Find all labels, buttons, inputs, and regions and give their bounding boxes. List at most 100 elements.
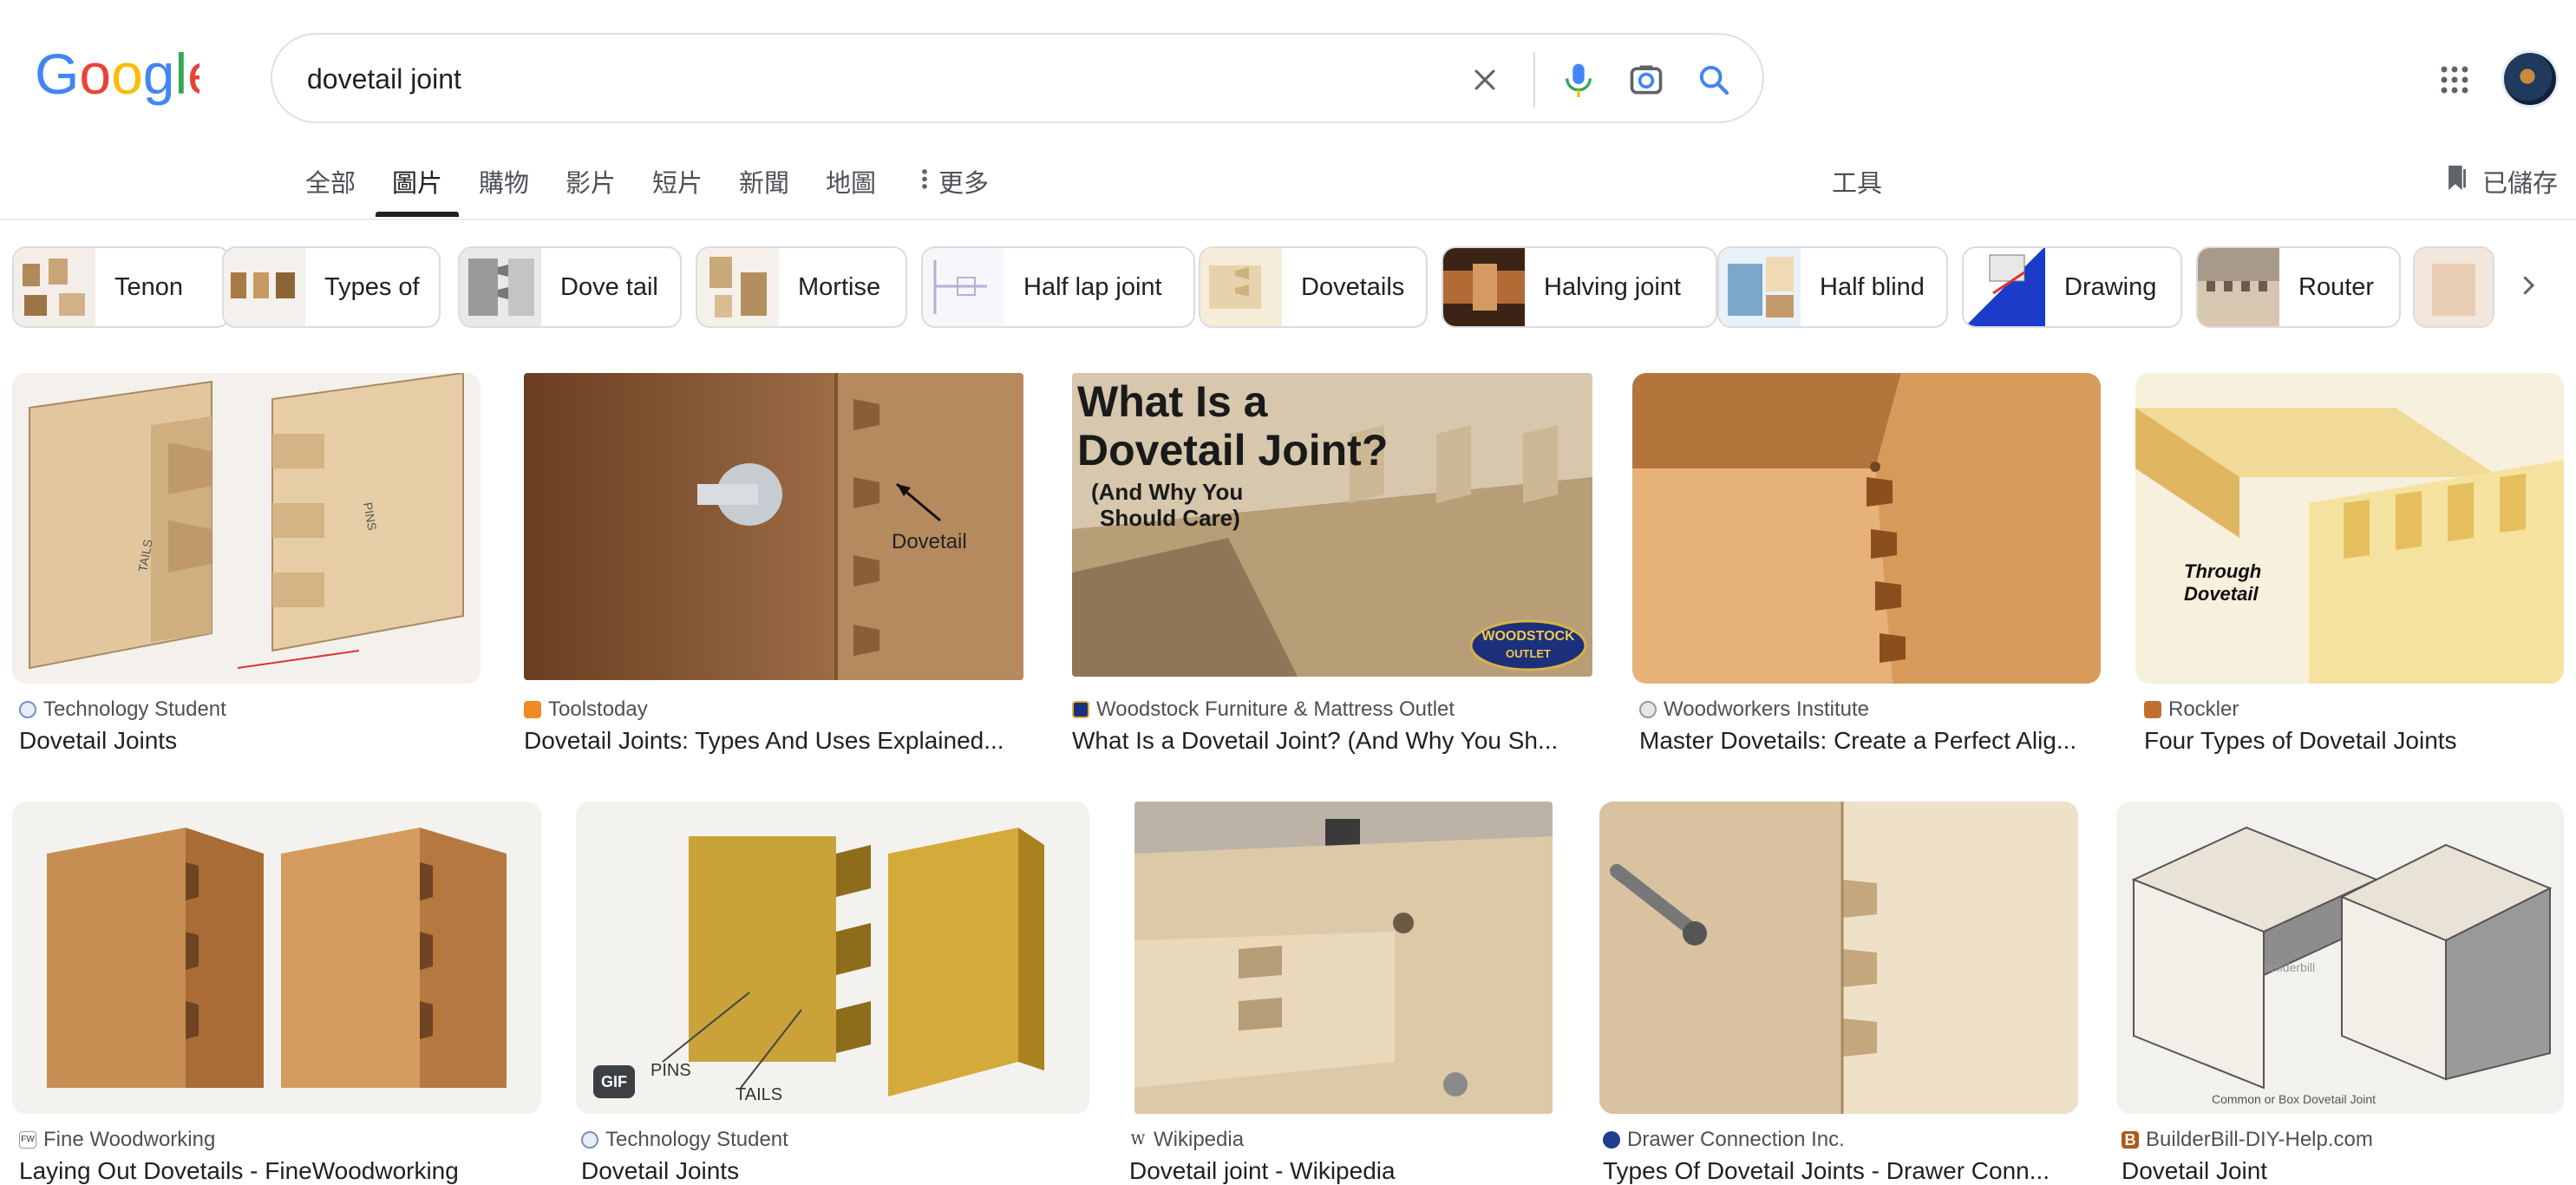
chip-mortise[interactable]: Mortise xyxy=(696,246,907,328)
result-card[interactable]: TAILS PINS Technology Student Dovetail J… xyxy=(12,373,481,763)
result-title[interactable]: What Is a Dovetail Joint? (And Why You S… xyxy=(1072,727,1584,755)
gif-badge: GIF xyxy=(593,1065,635,1098)
chip-drawing[interactable]: Drawing xyxy=(1962,246,2182,328)
source-favicon: W xyxy=(1129,1131,1147,1149)
tab-shopping[interactable]: 購物 xyxy=(479,163,529,220)
result-image[interactable] xyxy=(12,802,541,1114)
chip-label: Types of xyxy=(324,272,420,301)
result-source[interactable]: Woodworkers Institute xyxy=(1639,697,1869,722)
result-title[interactable]: Dovetail Joint xyxy=(2122,1157,2560,1185)
search-tabs: 全部 圖片 購物 影片 短片 新聞 地圖 更多 工具 已儲存 xyxy=(0,156,2576,220)
chip-types-of[interactable]: Types of xyxy=(222,246,441,328)
result-image[interactable]: What Is a Dovetail Joint? (And Why You S… xyxy=(1072,373,1592,677)
result-card[interactable]: W Wikipedia Dovetail joint - Wikipedia xyxy=(1129,802,1553,1184)
tab-maps[interactable]: 地圖 xyxy=(826,163,876,220)
result-image[interactable] xyxy=(1134,802,1553,1114)
camera-search-icon[interactable] xyxy=(1622,56,1670,104)
source-label: Toolstoday xyxy=(548,697,648,721)
chip-label: Half lap joint xyxy=(1023,272,1162,301)
dovetail-label: Dovetail xyxy=(2184,583,2259,605)
caption-text: Common or Box Dovetail Joint xyxy=(2212,1092,2376,1106)
result-image[interactable]: builderbill Common or Box Dovetail Joint xyxy=(2116,802,2564,1114)
search-divider xyxy=(1533,52,1535,108)
result-image[interactable]: PINS TAILS GIF xyxy=(576,802,1089,1114)
chevron-right-icon[interactable] xyxy=(2507,264,2550,307)
result-image[interactable] xyxy=(1632,373,2101,684)
tab-more-label: 更多 xyxy=(938,170,990,198)
chip-dovetails[interactable]: Dovetails xyxy=(1199,246,1428,328)
pins-label: PINS xyxy=(651,1061,691,1080)
source-label: Technology Student xyxy=(605,1128,788,1151)
woodstock-logo-text: WOODSTOCK xyxy=(1481,629,1575,644)
search-icon[interactable] xyxy=(1690,56,1738,104)
result-title[interactable]: Laying Out Dovetails - FineWoodworking xyxy=(19,1157,539,1185)
tails-label: TAILS xyxy=(736,1085,782,1104)
source-label: Wikipedia xyxy=(1154,1128,1245,1151)
result-card[interactable]: Woodworkers Institute Master Dovetails: … xyxy=(1632,373,2101,763)
chip-thumbnail xyxy=(923,248,1004,326)
tab-videos[interactable]: 影片 xyxy=(566,163,616,220)
result-image[interactable]: Through Dovetail xyxy=(2135,373,2564,684)
chip-half-lap-joint[interactable]: Half lap joint xyxy=(921,246,1195,328)
overlay-line-3: (And Why You xyxy=(1091,479,1243,505)
result-card[interactable]: Through Dovetail Rockler Four Types of D… xyxy=(2135,373,2564,763)
svg-text:Google: Google xyxy=(35,45,199,106)
result-title[interactable]: Dovetail Joints: Types And Uses Explaine… xyxy=(524,727,1023,755)
dovetail-label: Dovetail xyxy=(892,530,967,553)
chip-tenon[interactable]: Tenon xyxy=(12,246,231,328)
result-source[interactable]: Drawer Connection Inc. xyxy=(1603,1128,1845,1152)
tab-shorts[interactable]: 短片 xyxy=(652,163,703,220)
header: Google xyxy=(0,0,2576,156)
source-favicon xyxy=(1072,701,1089,718)
result-source[interactable]: Technology Student xyxy=(19,697,226,722)
result-title[interactable]: Dovetail Joints xyxy=(581,1157,1084,1185)
result-source[interactable]: Technology Student xyxy=(581,1128,788,1152)
watermark-text: builderbill xyxy=(2264,960,2315,974)
tools-button[interactable]: 工具 xyxy=(1832,163,1882,200)
google-logo[interactable]: Google xyxy=(35,45,199,106)
result-card[interactable]: PINS TAILS GIF Technology Student Doveta… xyxy=(576,802,1089,1184)
result-card[interactable]: Dovetail Toolstoday Dovetail Joints: Typ… xyxy=(524,373,1023,763)
result-image[interactable] xyxy=(1599,802,2078,1114)
result-source[interactable]: W Wikipedia xyxy=(1129,1128,1244,1152)
chip-thumbnail xyxy=(2198,248,2279,326)
search-box[interactable] xyxy=(271,33,1764,123)
chip-partial[interactable] xyxy=(2413,246,2494,328)
chip-thumbnail xyxy=(1200,248,1282,326)
tab-more[interactable]: 更多 xyxy=(918,163,989,220)
result-card[interactable]: What Is a Dovetail Joint? (And Why You S… xyxy=(1072,373,1592,763)
search-input[interactable] xyxy=(307,52,1391,106)
microphone-icon[interactable] xyxy=(1554,56,1603,104)
result-card[interactable]: FW Fine Woodworking Laying Out Dovetails… xyxy=(12,802,541,1184)
chip-dove-tail[interactable]: Dove tail xyxy=(458,246,682,328)
result-source[interactable]: B BuilderBill-DIY-Help.com xyxy=(2122,1128,2373,1152)
tab-all[interactable]: 全部 xyxy=(305,163,356,220)
chip-halving-joint[interactable]: Halving joint xyxy=(1442,246,1717,328)
chip-label: Drawing xyxy=(2064,272,2157,301)
result-card[interactable]: Drawer Connection Inc. Types Of Dovetail… xyxy=(1599,802,2078,1184)
result-title[interactable]: Dovetail joint - Wikipedia xyxy=(1129,1157,1551,1185)
saved-button[interactable]: 已儲存 xyxy=(2444,163,2558,200)
result-title[interactable]: Types Of Dovetail Joints - Drawer Conn..… xyxy=(1603,1157,2071,1185)
result-title[interactable]: Dovetail Joints xyxy=(19,727,479,755)
result-source[interactable]: Rockler xyxy=(2144,697,2239,722)
chip-label: Dove tail xyxy=(560,272,658,301)
chip-router[interactable]: Router xyxy=(2196,246,2401,328)
chip-thumbnail xyxy=(460,248,541,326)
chip-half-blind[interactable]: Half blind xyxy=(1717,246,1948,328)
result-title[interactable]: Master Dovetails: Create a Perfect Alig.… xyxy=(1639,727,2099,755)
apps-grid-icon[interactable] xyxy=(2429,54,2481,106)
clear-icon[interactable] xyxy=(1461,56,1509,104)
result-image[interactable]: Dovetail xyxy=(524,373,1023,680)
result-source[interactable]: Toolstoday xyxy=(524,697,648,722)
result-source[interactable]: Woodstock Furniture & Mattress Outlet xyxy=(1072,697,1455,722)
result-image[interactable]: TAILS PINS xyxy=(12,373,481,684)
more-vert-icon xyxy=(922,169,927,189)
result-card[interactable]: builderbill Common or Box Dovetail Joint… xyxy=(2116,802,2564,1184)
result-source[interactable]: FW Fine Woodworking xyxy=(19,1128,215,1152)
tab-news[interactable]: 新聞 xyxy=(739,163,789,220)
account-avatar[interactable] xyxy=(2501,50,2559,108)
result-title[interactable]: Four Types of Dovetail Joints xyxy=(2144,727,2560,755)
source-label: Technology Student xyxy=(43,697,226,721)
source-label: Woodstock Furniture & Mattress Outlet xyxy=(1096,697,1455,721)
